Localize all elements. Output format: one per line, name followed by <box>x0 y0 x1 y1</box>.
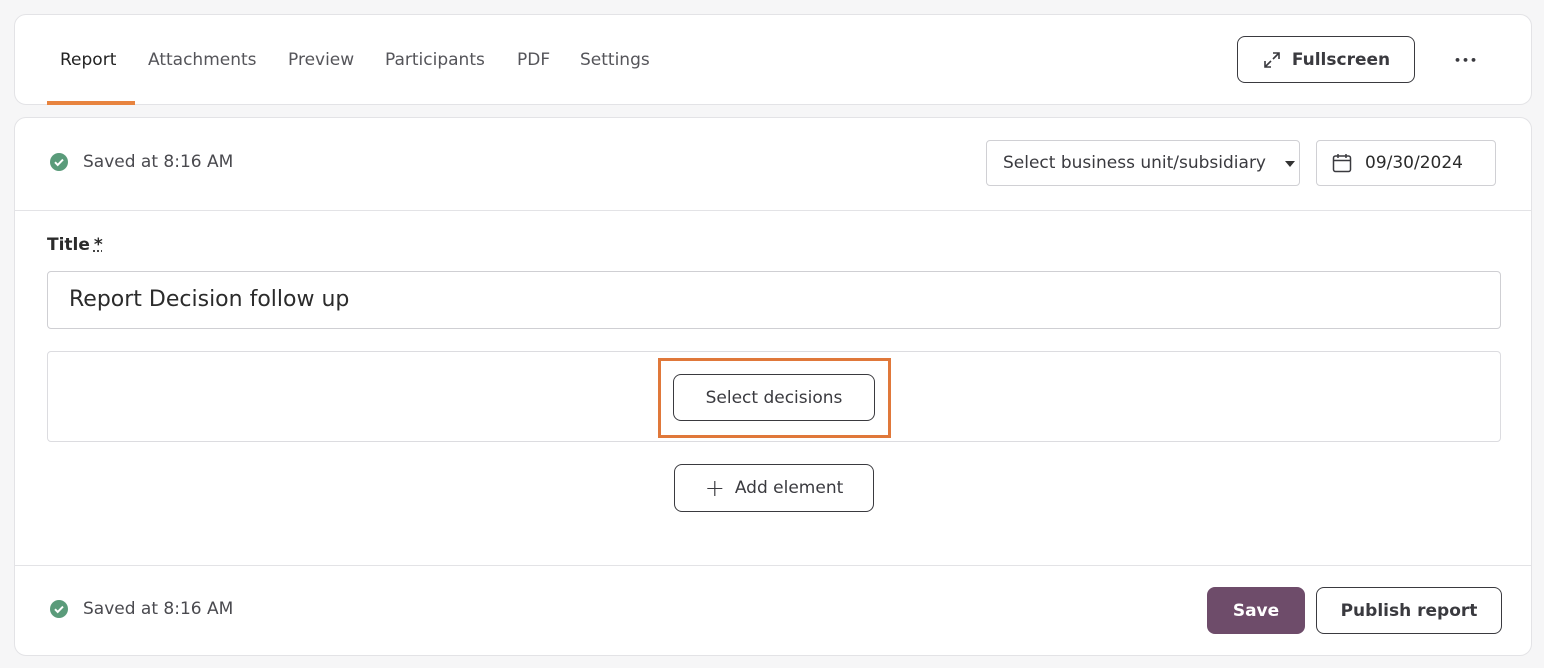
tab-preview[interactable]: Preview <box>288 15 354 105</box>
publish-report-button[interactable]: Publish report <box>1316 587 1502 634</box>
saved-status-top: Saved at 8:16 AM <box>49 152 233 172</box>
check-circle-icon <box>50 600 68 618</box>
tab-pdf[interactable]: PDF <box>517 15 550 105</box>
title-input[interactable]: Report Decision follow up <box>47 271 1501 329</box>
saved-status-text: Saved at 8:16 AM <box>83 152 234 172</box>
tab-report[interactable]: Report <box>60 15 116 105</box>
saved-status-bottom: Saved at 8:16 AM <box>49 599 233 619</box>
tabs-bar: Report Attachments Preview Participants … <box>14 14 1532 105</box>
fullscreen-button[interactable]: Fullscreen <box>1237 36 1415 83</box>
report-editor: Saved at 8:16 AM Select business unit/su… <box>14 117 1532 656</box>
select-decisions-label: Select decisions <box>705 387 843 408</box>
expand-icon <box>1264 51 1280 68</box>
add-element-button[interactable]: + Add element <box>674 464 874 512</box>
tab-participants[interactable]: Participants <box>385 15 485 105</box>
date-field[interactable]: 09/30/2024 <box>1316 140 1496 186</box>
add-element-label: Add element <box>734 478 844 498</box>
title-label-text: Title <box>47 235 90 255</box>
save-button[interactable]: Save <box>1207 587 1305 634</box>
caret-down-icon <box>1285 161 1295 167</box>
publish-label: Publish report <box>1340 600 1478 621</box>
saved-status-text: Saved at 8:16 AM <box>83 599 234 619</box>
date-value: 09/30/2024 <box>1365 153 1463 173</box>
fullscreen-label: Fullscreen <box>1291 49 1391 70</box>
active-tab-indicator <box>47 101 135 105</box>
header-divider <box>15 210 1531 211</box>
more-dots-icon: ••• <box>1453 53 1479 67</box>
save-label: Save <box>1232 600 1280 621</box>
check-circle-icon <box>50 153 68 171</box>
business-unit-select[interactable]: Select business unit/subsidiary <box>986 140 1300 186</box>
footer-divider <box>15 565 1531 566</box>
title-label: Title * <box>47 235 103 255</box>
plus-icon: + <box>704 474 725 502</box>
business-unit-select-value: Select business unit/subsidiary <box>1003 153 1266 173</box>
tab-settings[interactable]: Settings <box>580 15 650 105</box>
more-options-button[interactable]: ••• <box>1449 45 1483 75</box>
required-marker: * <box>93 235 103 255</box>
decisions-element: Select decisions <box>47 351 1501 442</box>
tab-attachments[interactable]: Attachments <box>148 15 257 105</box>
select-decisions-button[interactable]: Select decisions <box>673 374 875 421</box>
calendar-icon <box>1332 154 1352 173</box>
